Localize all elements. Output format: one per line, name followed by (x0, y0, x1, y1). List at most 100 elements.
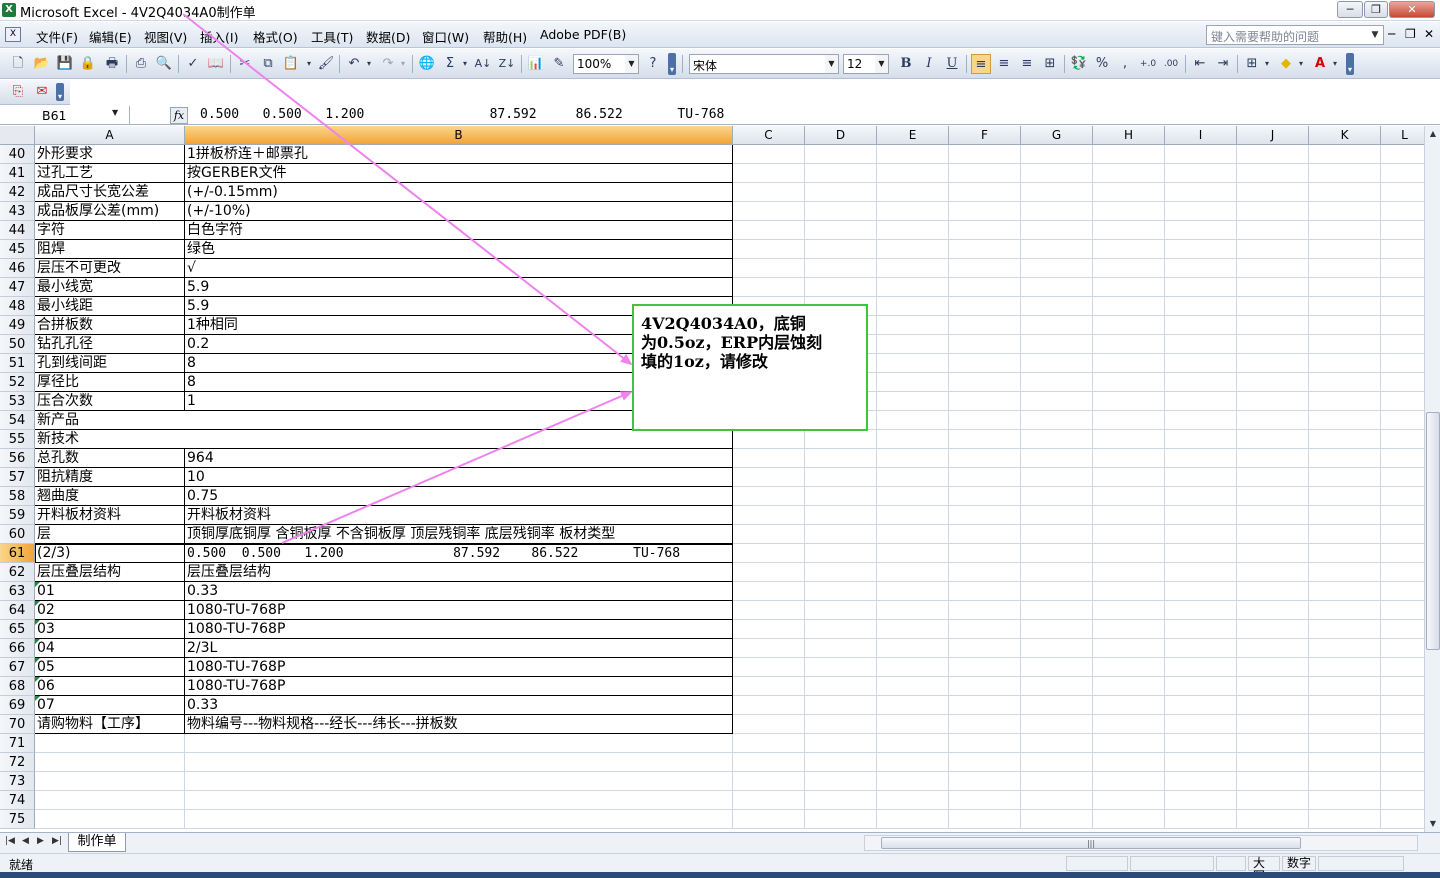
cell-empty[interactable] (1165, 164, 1237, 183)
select-all-corner[interactable] (0, 126, 35, 145)
cell-empty[interactable] (1381, 791, 1424, 810)
cell-empty[interactable] (1309, 791, 1381, 810)
cell-empty[interactable] (805, 810, 877, 829)
cell-empty[interactable] (1309, 240, 1381, 259)
row-header[interactable]: 53 (0, 392, 35, 411)
cell-empty[interactable] (1237, 544, 1309, 563)
cell-empty[interactable] (1237, 164, 1309, 183)
cell-empty[interactable] (1381, 373, 1424, 392)
cell-empty[interactable] (1237, 734, 1309, 753)
cell-empty[interactable] (1237, 487, 1309, 506)
cell-empty[interactable] (1165, 373, 1237, 392)
pdf-convert-icon[interactable]: ⎘ (8, 82, 28, 102)
cell-empty[interactable] (949, 715, 1021, 734)
cell-empty[interactable] (805, 658, 877, 677)
cell-b61[interactable]: 0.500 0.500 1.200 87.592 86.522 TU-768 (185, 544, 733, 563)
cell-empty[interactable] (1093, 278, 1165, 297)
drawing-icon[interactable]: ✎ (549, 54, 569, 74)
cell-empty[interactable] (1237, 639, 1309, 658)
cell-empty[interactable] (877, 506, 949, 525)
last-sheet-icon[interactable]: ▶| (52, 836, 62, 846)
cell-empty[interactable] (877, 582, 949, 601)
chart-wizard-icon[interactable]: 📊 (526, 54, 546, 74)
cell-empty[interactable] (877, 164, 949, 183)
cell-empty[interactable] (1237, 297, 1309, 316)
cell-a49[interactable]: 合拼板数 (35, 316, 185, 335)
cell-empty[interactable] (1165, 810, 1237, 829)
cell-b65[interactable]: 1080-TU-768P (185, 620, 733, 639)
cell-empty[interactable] (1021, 373, 1093, 392)
cell-empty[interactable] (733, 658, 805, 677)
cell-empty[interactable] (733, 601, 805, 620)
borders-icon[interactable]: ⊞ (1242, 54, 1262, 74)
cell-empty[interactable] (805, 430, 877, 449)
cell-empty[interactable] (733, 449, 805, 468)
cell-empty[interactable] (1093, 639, 1165, 658)
cell-a47[interactable]: 最小线宽 (35, 278, 185, 297)
cell-a40[interactable]: 外形要求 (35, 145, 185, 164)
cell-b72[interactable] (185, 753, 733, 772)
cell-empty[interactable] (805, 278, 877, 297)
cell-a48[interactable]: 最小线距 (35, 297, 185, 316)
decrease-decimal-icon[interactable]: .00 (1161, 54, 1181, 74)
cell-empty[interactable] (1165, 677, 1237, 696)
cell-empty[interactable] (1309, 259, 1381, 278)
chevron-down-icon[interactable]: ▾ (1296, 54, 1306, 74)
cell-empty[interactable] (1165, 449, 1237, 468)
preview-icon[interactable]: 🔍 (154, 54, 174, 74)
row-header[interactable]: 74 (0, 791, 35, 810)
column-header-j[interactable]: J (1237, 126, 1309, 145)
cell-empty[interactable] (733, 240, 805, 259)
decrease-indent-icon[interactable]: ⇤ (1190, 54, 1210, 74)
cell-empty[interactable] (877, 487, 949, 506)
print-preview-icon[interactable]: ⎙ (131, 54, 151, 74)
cell-empty[interactable] (805, 696, 877, 715)
cell-empty[interactable] (1165, 183, 1237, 202)
copy-icon[interactable]: ⧉ (258, 54, 278, 74)
cell-empty[interactable] (1093, 297, 1165, 316)
cell-empty[interactable] (1237, 430, 1309, 449)
cell-empty[interactable] (1309, 715, 1381, 734)
cell-empty[interactable] (949, 506, 1021, 525)
cell-empty[interactable] (1165, 430, 1237, 449)
cell-a70[interactable]: 请购物料【工序】 (35, 715, 185, 734)
cell-b47[interactable]: 5.9 (185, 278, 733, 297)
column-header-b[interactable]: B (185, 126, 733, 145)
cell-empty[interactable] (1309, 278, 1381, 297)
cell-empty[interactable] (733, 715, 805, 734)
cell-empty[interactable] (1309, 468, 1381, 487)
cell-empty[interactable] (949, 639, 1021, 658)
align-right-icon[interactable]: ≡ (1017, 54, 1037, 74)
cell-empty[interactable] (1021, 449, 1093, 468)
cell-a61[interactable]: (2/3) (35, 544, 185, 563)
cell-empty[interactable] (949, 544, 1021, 563)
cell-empty[interactable] (1309, 145, 1381, 164)
cell-empty[interactable] (949, 677, 1021, 696)
cell-empty[interactable] (1021, 145, 1093, 164)
cell-empty[interactable] (949, 430, 1021, 449)
row-header[interactable]: 69 (0, 696, 35, 715)
cell-empty[interactable] (949, 202, 1021, 221)
cell-empty[interactable] (805, 449, 877, 468)
chevron-down-icon[interactable]: ▾ (1330, 54, 1340, 74)
cell-empty[interactable] (949, 791, 1021, 810)
cell-empty[interactable] (733, 791, 805, 810)
cell-a52[interactable]: 厚径比 (35, 373, 185, 392)
cell-empty[interactable] (949, 373, 1021, 392)
cell-b66[interactable]: 2/3L (185, 639, 733, 658)
cell-empty[interactable] (1093, 544, 1165, 563)
column-header-c[interactable]: C (733, 126, 805, 145)
cell-empty[interactable] (1309, 411, 1381, 430)
cell-empty[interactable] (1021, 620, 1093, 639)
comment-box[interactable]: 4V2Q4034A0，底铜 为0.5oz，ERP内层蚀刻 填的1oz，请修改 (632, 304, 868, 431)
cell-a43[interactable]: 成品板厚公差(mm) (35, 202, 185, 221)
cell-empty[interactable] (1237, 791, 1309, 810)
cell-empty[interactable] (1021, 221, 1093, 240)
cell-empty[interactable] (1381, 240, 1424, 259)
cell-empty[interactable] (1165, 563, 1237, 582)
row-header[interactable]: 47 (0, 278, 35, 297)
cell-empty[interactable] (1165, 468, 1237, 487)
row-header[interactable]: 72 (0, 753, 35, 772)
menu-edit[interactable]: 编辑(E) (89, 27, 132, 46)
cell-empty[interactable] (1165, 715, 1237, 734)
